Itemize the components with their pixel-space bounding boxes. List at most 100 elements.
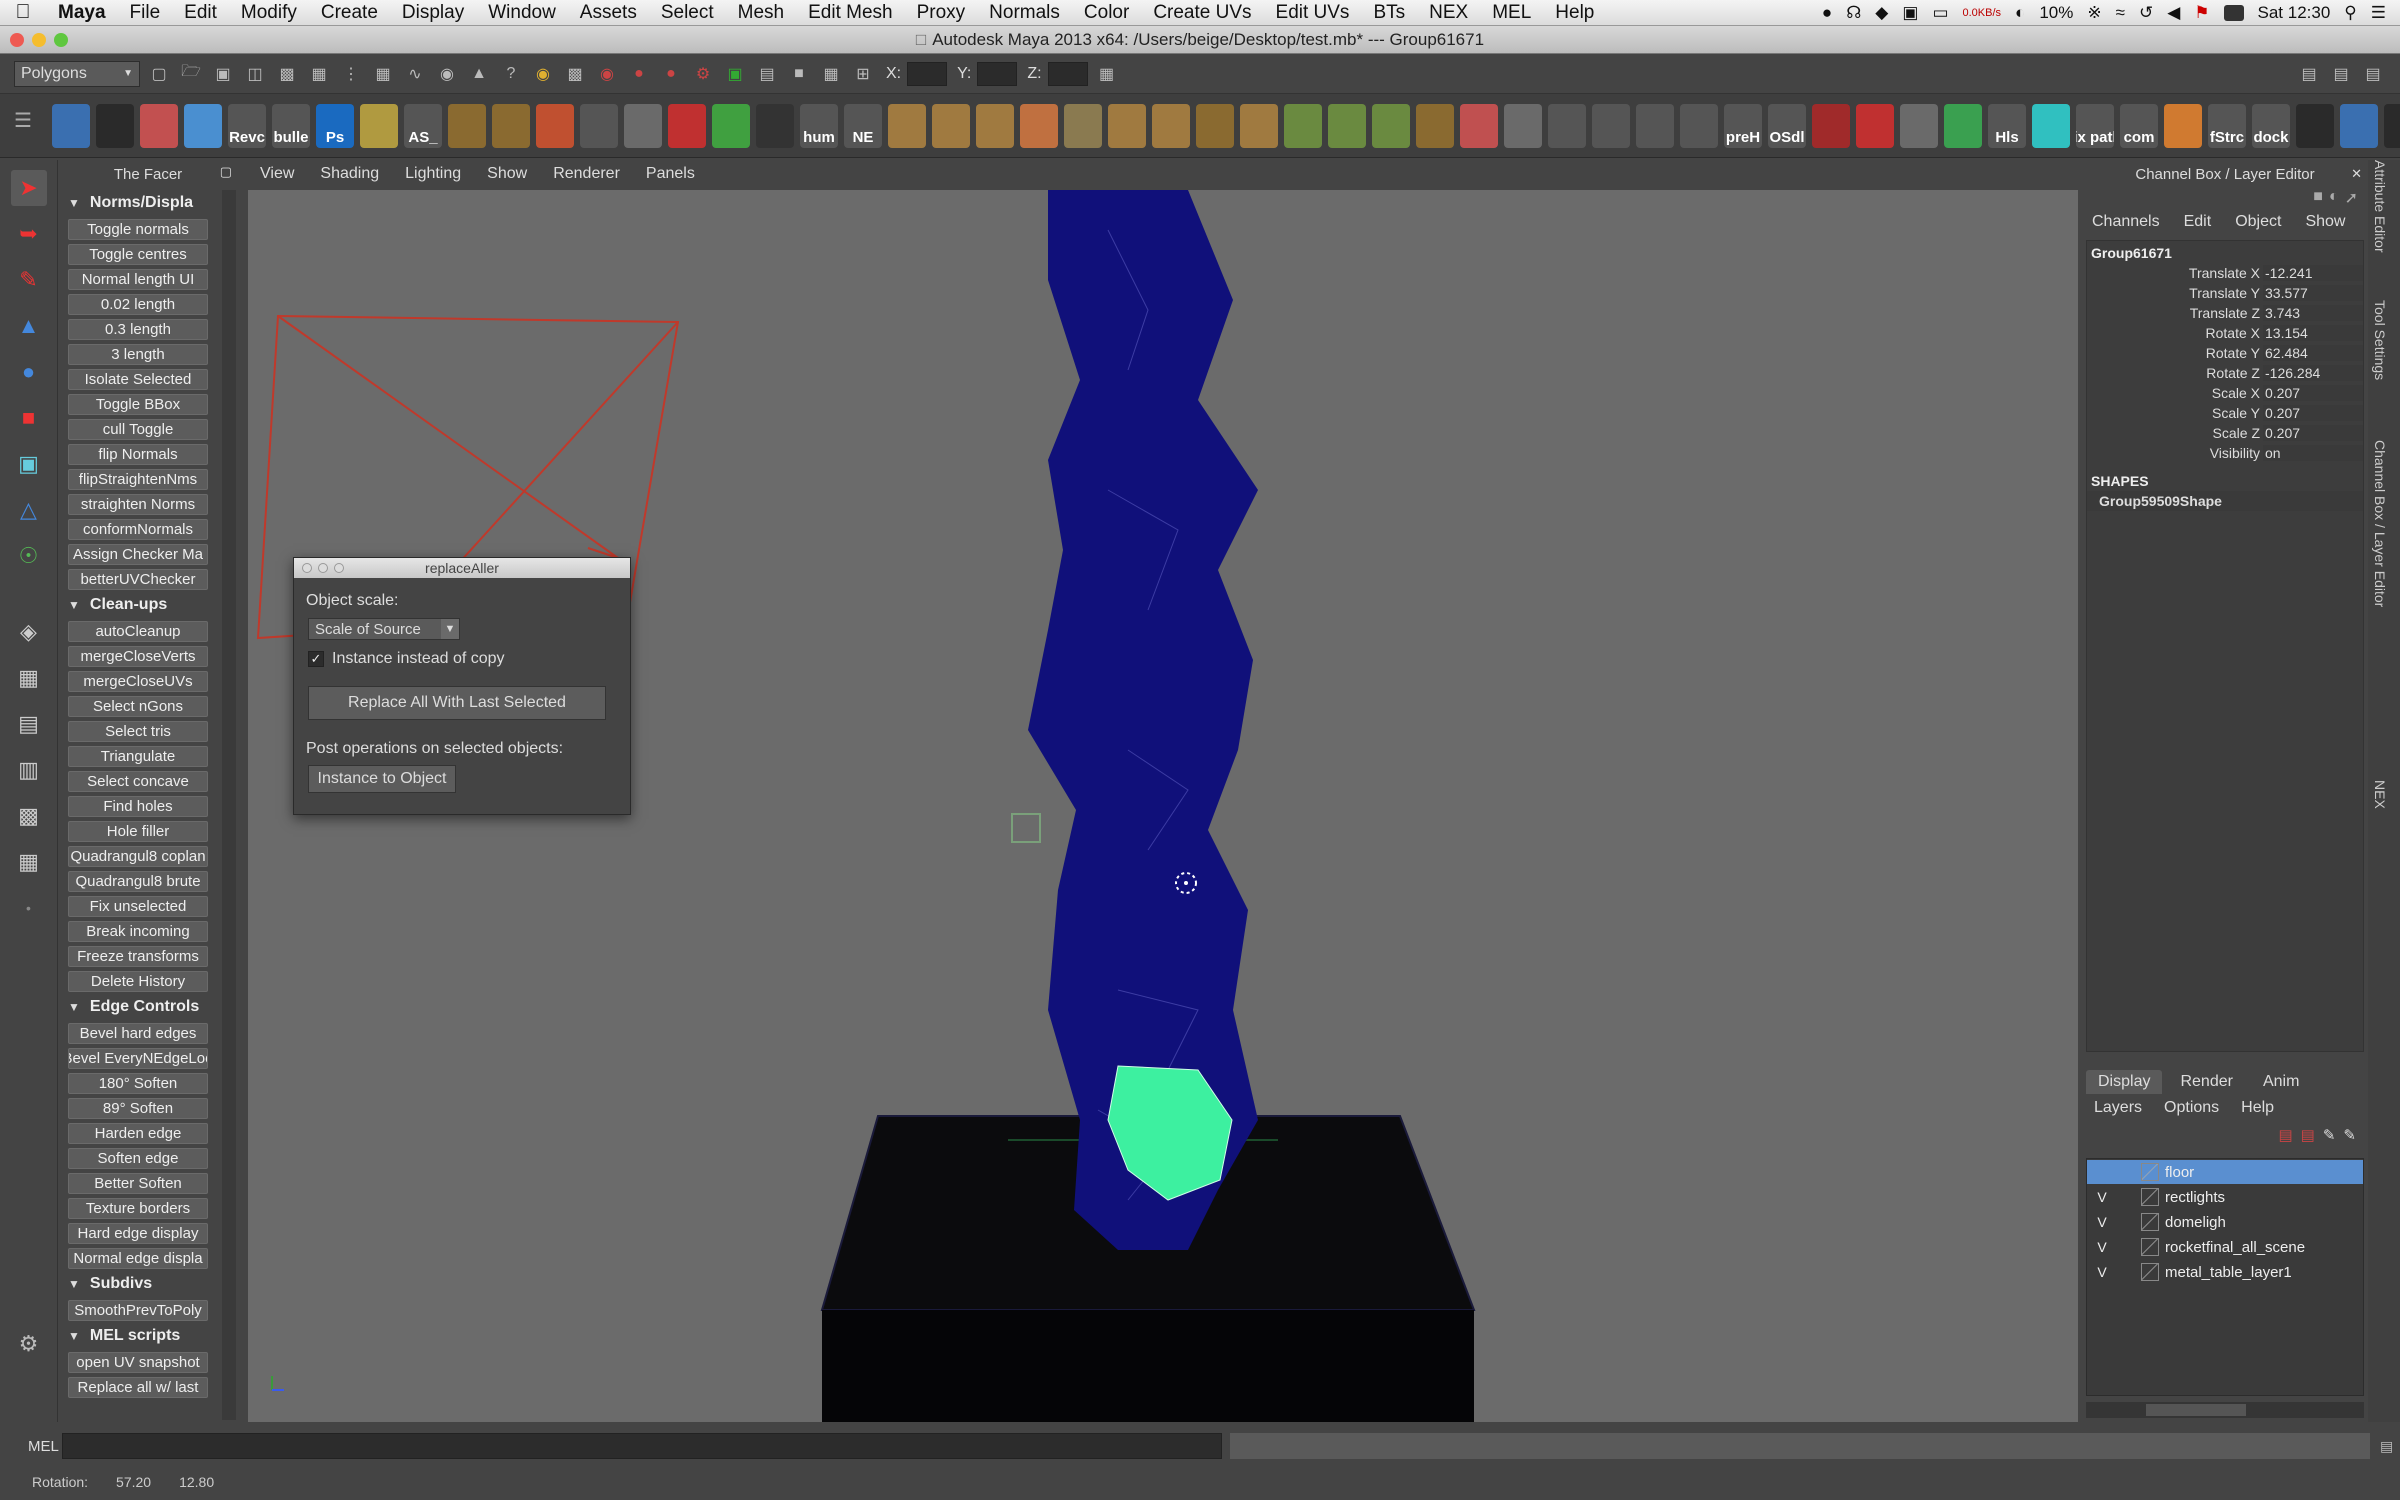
show-manipulator-icon[interactable]: ☉ [11,538,47,574]
facer-btn-toggle-centres[interactable]: Toggle centres [68,244,208,265]
facer-btn-hole-filler[interactable]: Hole filler [68,821,208,842]
facer-btn-select-concave[interactable]: Select concave [68,771,208,792]
layer-row[interactable]: Vrocketfinal_all_scene [2087,1235,2363,1259]
camera-icon[interactable]: ▣ [1902,3,1918,23]
tool-settings-toggle-icon[interactable]: ▤ [2328,61,2354,87]
hypershade-icon[interactable]: ▣ [722,61,748,87]
facer-btn-0-3-length[interactable]: 0.3 length [68,319,208,340]
facer-btn-mergecloseverts[interactable]: mergeCloseVerts [68,646,208,667]
panel-float-icon[interactable]: ✕ [2351,166,2362,182]
channel-value[interactable]: 3.743 [2263,305,2363,321]
channel-key-icon[interactable]: ➚ [2345,188,2358,208]
help-icon[interactable]: ? [498,61,524,87]
collapse-triangle-icon[interactable]: ▼ [68,1329,80,1343]
channel-row[interactable]: Rotate X 13.154 [2087,323,2363,343]
facer-btn-smoothprevtopoly[interactable]: SmoothPrevToPoly [68,1300,208,1321]
shelf-tool-38[interactable] [1680,103,1718,148]
shelf-tool-dock[interactable]: dock [2252,103,2290,148]
shelf-tool-28[interactable] [1240,103,1278,148]
layer-row[interactable]: floor [2087,1160,2363,1184]
shelf-tool-33[interactable] [1460,103,1498,148]
shelf-tool-revc[interactable]: Revc [228,103,266,148]
perspective-graph-layout-icon[interactable]: ▥ [11,752,47,788]
shelf-tool-26[interactable] [1152,103,1190,148]
menu-create-uvs[interactable]: Create UVs [1141,2,1263,24]
collapse-triangle-icon[interactable]: ▼ [68,598,80,612]
shelf-tool-3[interactable] [140,103,178,148]
channel-box-toggle-icon[interactable]: ▤ [2360,61,2386,87]
open-scene-icon[interactable]: 🗁 [178,61,204,87]
section-mel-scripts[interactable]: ▼ MEL scripts [60,1323,236,1348]
display-icon[interactable]: ▭ [1932,3,1948,23]
facer-btn-89-soften[interactable]: 89° Soften [68,1098,208,1119]
shelf-tool-17[interactable] [756,103,794,148]
facer-btn-bevel-hard-edges[interactable]: Bevel hard edges [68,1023,208,1044]
select-hierarchy-icon[interactable]: ◫ [242,61,268,87]
replace-all-button[interactable]: Replace All With Last Selected [308,686,606,720]
construction-history-icon[interactable]: ▩ [562,61,588,87]
panel-close-icon[interactable]: ▢ [220,164,232,180]
shelf-tool-41[interactable] [1812,103,1850,148]
menu-proxy[interactable]: Proxy [905,2,978,24]
facer-btn-isolate-selected[interactable]: Isolate Selected [68,369,208,390]
shelf-tool-fstrc[interactable]: fStrc [2208,103,2246,148]
shelf-tool-16[interactable] [712,103,750,148]
menu-display[interactable]: Display [390,2,476,24]
facer-btn-normal-length-ui[interactable]: Normal length UI [68,269,208,290]
facer-btn-flipstraightennms[interactable]: flipStraightenNms [68,469,208,490]
render-icon[interactable]: ● [626,61,652,87]
layer-menu-help[interactable]: Help [2241,1099,2274,1117]
channel-value[interactable]: 33.577 [2263,285,2363,301]
shelf-tool-21[interactable] [932,103,970,148]
notification-icon[interactable]: ☰ [2371,3,2386,23]
layer-row[interactable]: Vrectlights [2087,1185,2363,1209]
menu-modify[interactable]: Modify [229,2,309,24]
shelf-tool-36[interactable] [1592,103,1630,148]
shelf-menu-icon[interactable]: ☰ [14,108,32,133]
minimize-window-icon[interactable] [32,33,46,47]
layer-visibility-toggle[interactable]: V [2091,1212,2113,1232]
shelf-tool-osdl[interactable]: OSdl [1768,103,1806,148]
channel-menu-channels[interactable]: Channels [2092,213,2160,231]
lasso-tool-icon[interactable]: ➥ [11,216,47,252]
lock-icon[interactable]: ◉ [530,61,556,87]
facer-btn-3-length[interactable]: 3 length [68,344,208,365]
layer-color-swatch-icon[interactable] [2141,1263,2159,1281]
layer-scrollbar[interactable] [2086,1402,2364,1418]
facer-btn-toggle-normals[interactable]: Toggle normals [68,219,208,240]
facer-btn-harden-edge[interactable]: Harden edge [68,1123,208,1144]
mel-input[interactable] [62,1433,1222,1459]
dropbox-icon[interactable]: ◆ [1875,3,1888,23]
new-layer-empty-icon[interactable]: ▤ [2278,1126,2292,1144]
new-layer-selected-icon[interactable]: ▤ [2301,1126,2315,1144]
shelf-tool-44[interactable] [1944,103,1982,148]
layer-row[interactable]: Vdomeligh [2087,1210,2363,1234]
app-menu[interactable]: Maya [46,2,118,24]
facer-btn-quadrangul8-coplan[interactable]: Quadrangul8 coplan [68,846,208,867]
shelf-tool-43[interactable] [1900,103,1938,148]
grid-toggle-icon[interactable]: ▦ [1094,61,1120,87]
shelf-tool-34[interactable] [1504,103,1542,148]
bluetooth-icon[interactable]: ※ [2087,3,2101,23]
facer-btn-replace-all-w-last[interactable]: Replace all w/ last [68,1377,208,1398]
menu-help[interactable]: Help [1543,2,1606,24]
shelf-tool-ne[interactable]: NE [844,103,882,148]
section-subdivs[interactable]: ▼ Subdivs [60,1271,236,1296]
channel-value[interactable]: 0.207 [2263,405,2363,421]
facer-btn-assign-checker-ma[interactable]: Assign Checker Ma [68,544,208,565]
channel-row[interactable]: Visibility on [2087,443,2363,463]
menu-bts[interactable]: BTs [1361,2,1417,24]
menu-edit[interactable]: Edit [172,2,229,24]
shelf-tool-com[interactable]: com [2120,103,2158,148]
facer-btn-select-ngons[interactable]: Select nGons [68,696,208,717]
facer-btn-180-soften[interactable]: 180° Soften [68,1073,208,1094]
universal-tool-icon[interactable]: ▣ [11,446,47,482]
channel-row[interactable]: Rotate Y 62.484 [2087,343,2363,363]
rotate-tool-icon[interactable]: ● [11,354,47,390]
facer-btn-0-02-length[interactable]: 0.02 length [68,294,208,315]
channel-value[interactable]: 62.484 [2263,345,2363,361]
menu-window[interactable]: Window [476,2,568,24]
channel-row[interactable]: Scale Z 0.207 [2087,423,2363,443]
dashboard-icon[interactable]: ● [1822,3,1832,23]
layer-tab-display[interactable]: Display [2086,1070,2163,1094]
